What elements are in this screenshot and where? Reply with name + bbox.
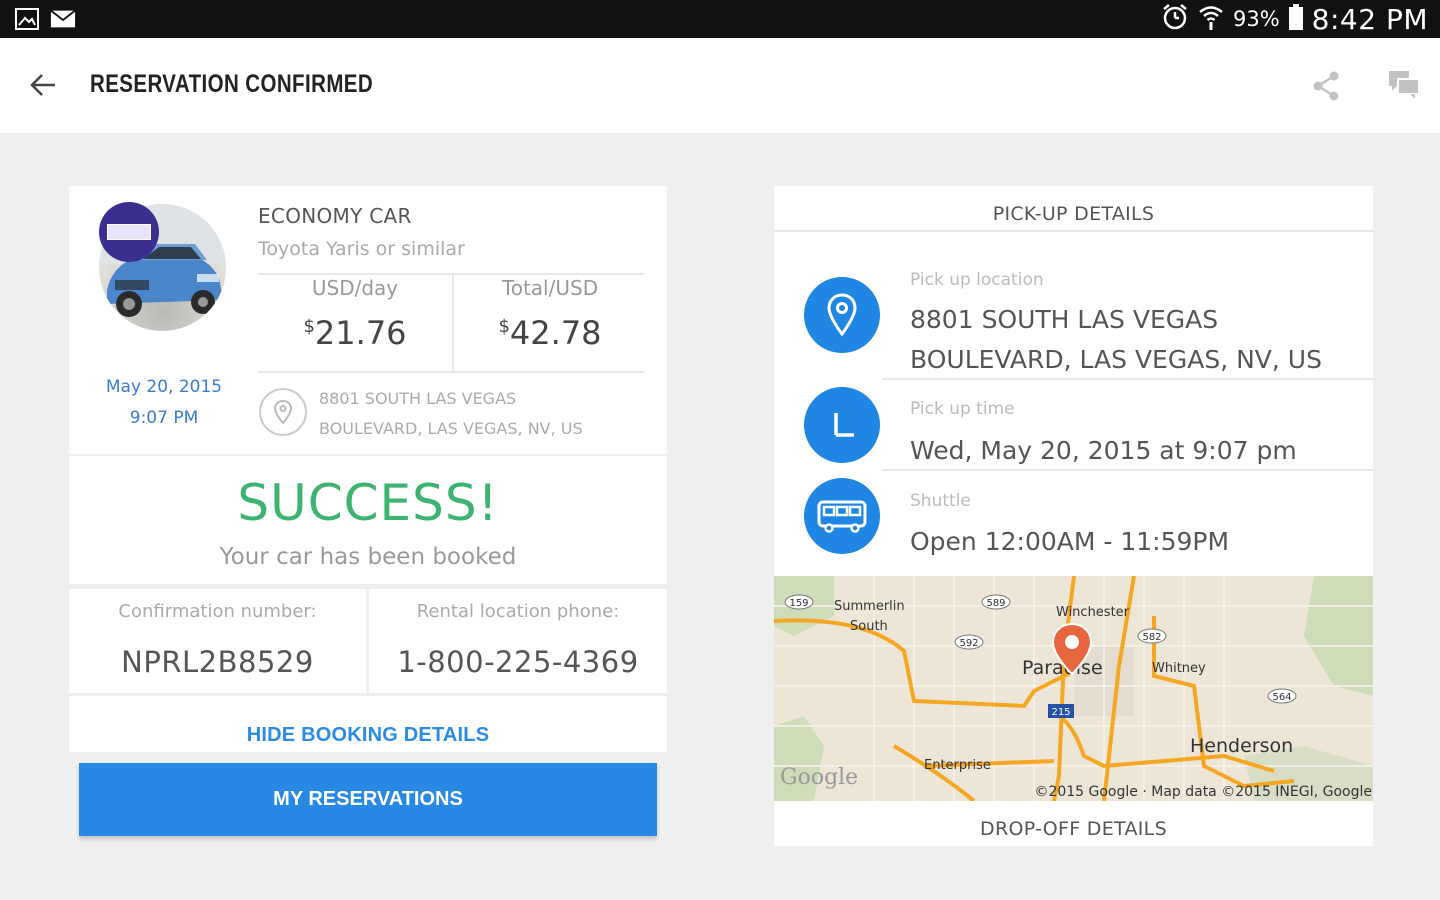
route-582-label: 582 <box>1142 632 1161 643</box>
confirmation-number-card: Confirmation number: NPRL2B8529 <box>69 589 366 693</box>
rental-company-logo <box>99 202 159 262</box>
car-model: Toyota Yaris or similar <box>258 238 465 260</box>
pickup-location-label: Pick up location <box>910 270 1044 290</box>
chat-button[interactable] <box>1384 66 1424 104</box>
pickup-section-title: PICK-UP DETAILS <box>992 203 1155 225</box>
share-button[interactable] <box>1306 68 1346 104</box>
rental-phone-value[interactable]: 1-800-225-4369 <box>369 645 667 679</box>
clock-icon <box>804 387 880 463</box>
car-summary-card: May 20, 2015 9:07 PM ECONOMY CAR Toyota … <box>69 186 667 454</box>
battery-icon <box>1288 3 1304 35</box>
route-159-label: 159 <box>789 598 808 609</box>
map-label-summerlin: Summerlin <box>834 599 905 614</box>
clock: 8:42 PM <box>1311 2 1428 36</box>
pickup-time-label: Pick up time <box>910 399 1015 419</box>
pickup-date: May 20, 2015 <box>105 377 223 397</box>
hide-details-card: HIDE BOOKING DETAILS <box>69 696 667 752</box>
rental-address: 8801 SOUTH LAS VEGAS BOULEVARD, LAS VEGA… <box>319 384 659 444</box>
map-label-henderson: Henderson <box>1190 735 1293 757</box>
rental-address-line1: 8801 SOUTH LAS VEGAS <box>319 389 517 408</box>
car-class: ECONOMY CAR <box>258 204 412 228</box>
divider <box>774 230 1373 232</box>
route-589-label: 589 <box>986 598 1005 609</box>
dropoff-section-title[interactable]: DROP-OFF DETAILS <box>774 818 1373 840</box>
price-total: Total/USD $42.78 <box>453 276 647 352</box>
pickup-location-line1: 8801 SOUTH LAS VEGAS <box>910 305 1219 334</box>
back-button[interactable] <box>26 68 60 102</box>
success-card: SUCCESS! Your car has been booked <box>69 456 667 584</box>
price-per-day: USD/day $21.76 <box>258 276 452 352</box>
my-reservations-button[interactable]: MY RESERVATIONS <box>79 763 657 836</box>
divider <box>258 371 644 373</box>
map-label-winchester: Winchester <box>1056 605 1130 620</box>
pickup-map[interactable]: 159 589 592 582 564 215 Summerlin South … <box>774 576 1373 801</box>
success-subtitle: Your car has been booked <box>219 544 517 570</box>
page-title: RESERVATION CONFIRMED <box>90 70 374 98</box>
divider <box>882 469 1373 471</box>
pickup-details-card: PICK-UP DETAILS Pick up location 8801 SO… <box>774 186 1373 846</box>
app-bar: RESERVATION CONFIRMED <box>0 38 1440 133</box>
map-label-enterprise: Enterprise <box>924 758 991 773</box>
google-logo: Google <box>780 765 858 790</box>
hide-booking-details-link[interactable]: HIDE BOOKING DETAILS <box>69 724 667 747</box>
mail-icon <box>50 7 76 31</box>
pickup-time-value: Wed, May 20, 2015 at 9:07 pm <box>910 436 1297 465</box>
bus-icon <box>804 478 880 554</box>
alarm-icon <box>1161 3 1189 35</box>
location-pin-icon <box>804 277 880 353</box>
divider <box>882 378 1373 380</box>
route-564-label: 564 <box>1272 692 1291 703</box>
price-total-value: $42.78 <box>498 314 602 352</box>
price-total-label: Total/USD <box>501 276 599 300</box>
price-per-day-value: $21.76 <box>303 314 407 352</box>
confirmation-number-label: Confirmation number: <box>118 601 317 622</box>
divider <box>258 273 644 275</box>
pickup-location-line2: BOULEVARD, LAS VEGAS, NV, US <box>910 345 1322 374</box>
gallery-icon <box>14 7 40 31</box>
wifi-icon <box>1197 3 1225 35</box>
route-215-label: 215 <box>1051 707 1070 718</box>
notification-icons <box>14 7 76 31</box>
pickup-datetime: May 20, 2015 9:07 PM <box>89 372 239 434</box>
rental-phone-label: Rental location phone: <box>416 601 620 622</box>
map-attribution: ©2015 Google · Map data ©2015 INEGI, Goo… <box>1034 784 1372 800</box>
pickup-time: 9:07 PM <box>129 408 199 428</box>
shuttle-value: Open 12:00AM - 11:59PM <box>910 527 1230 556</box>
pickup-location-value: 8801 SOUTH LAS VEGAS BOULEVARD, LAS VEGA… <box>910 300 1350 380</box>
shuttle-label: Shuttle <box>910 491 971 511</box>
rental-phone-card: Rental location phone: 1-800-225-4369 <box>369 589 667 693</box>
route-592-label: 592 <box>959 638 978 649</box>
status-bar: 93% 8:42 PM <box>0 0 1440 38</box>
share-icon <box>1313 71 1339 101</box>
rental-address-line2: BOULEVARD, LAS VEGAS, NV, US <box>319 419 583 438</box>
location-pin-icon <box>259 388 307 436</box>
map-label-whitney: Whitney <box>1152 661 1206 676</box>
confirmation-number-value: NPRL2B8529 <box>121 645 314 679</box>
success-title: SUCCESS! <box>237 474 499 532</box>
map-label-south: South <box>850 619 888 634</box>
arrow-left-icon <box>30 74 55 96</box>
price-per-day-label: USD/day <box>311 276 399 300</box>
chat-icon <box>1389 71 1420 99</box>
battery-percent: 93% <box>1232 7 1280 31</box>
